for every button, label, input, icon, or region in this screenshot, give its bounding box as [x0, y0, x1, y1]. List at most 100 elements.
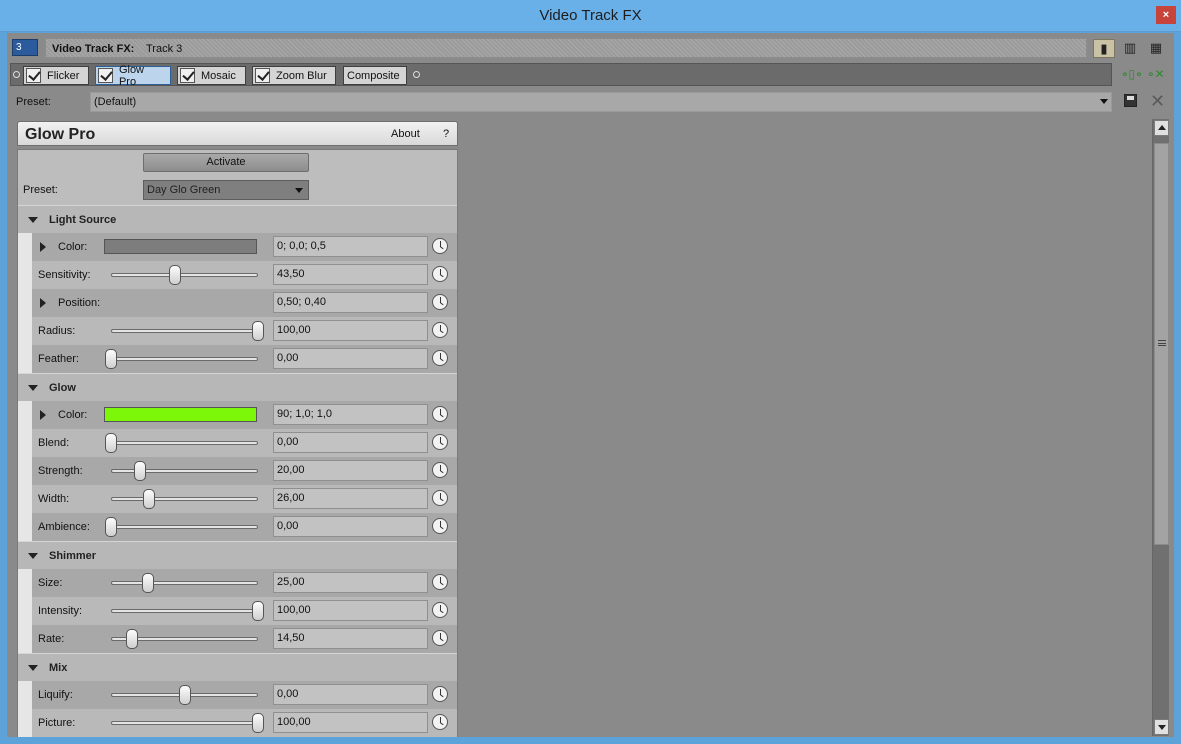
color-swatch[interactable] [104, 407, 257, 422]
scrollbar-thumb[interactable] [1154, 143, 1169, 545]
animate-keyframe-icon[interactable] [432, 462, 448, 478]
param-value-field[interactable]: 0,00 [273, 348, 428, 369]
effect-tab-flicker[interactable]: Flicker [23, 66, 89, 85]
param-value-field[interactable]: 26,00 [273, 488, 428, 509]
param-value-field[interactable]: 100,00 [273, 320, 428, 341]
enable-checkbox[interactable] [255, 68, 270, 83]
window-close-button[interactable]: × [1156, 6, 1176, 24]
param-value-field[interactable]: 0,00 [273, 684, 428, 705]
param-label: Ambience: [38, 521, 90, 533]
param-value-field[interactable]: 0,00 [273, 516, 428, 537]
slider-track[interactable] [111, 357, 258, 361]
effect-tab-composite[interactable]: Composite [343, 66, 407, 85]
slider-track[interactable] [111, 273, 258, 277]
delete-preset-icon[interactable]: ✕ [1150, 91, 1165, 112]
section-light-source[interactable]: Light Source [18, 205, 457, 233]
two-column-view-icon[interactable]: ▥ [1119, 39, 1141, 58]
expand-arrow-icon[interactable] [40, 298, 46, 308]
animate-keyframe-icon[interactable] [432, 574, 448, 590]
animate-keyframe-icon[interactable] [432, 266, 448, 282]
slider-thumb[interactable] [252, 713, 264, 733]
param-label: Width: [38, 493, 70, 505]
param-value-field[interactable]: 0,00 [273, 432, 428, 453]
plug-in-chain-icon[interactable]: ∘▯∘ [1121, 67, 1143, 83]
collapse-triangle-icon[interactable] [28, 553, 38, 559]
activate-button[interactable]: Activate [143, 153, 309, 172]
animate-keyframe-icon[interactable] [432, 238, 448, 254]
remove-plugin-icon[interactable]: ∘✕ [1147, 67, 1167, 83]
effect-tab-mosaic[interactable]: Mosaic [177, 66, 246, 85]
section-title: Mix [49, 662, 68, 674]
vertical-scrollbar[interactable] [1152, 119, 1169, 736]
animate-keyframe-icon[interactable] [432, 434, 448, 450]
plugin-preset-dropdown[interactable]: Day Glo Green [143, 180, 309, 200]
preset-dropdown-value: (Default) [94, 96, 137, 108]
row-gutter [18, 289, 32, 317]
single-column-view-icon[interactable]: ▮ [1093, 39, 1115, 58]
slider-thumb[interactable] [252, 321, 264, 341]
scroll-down-button[interactable] [1154, 719, 1169, 735]
slider-track[interactable] [111, 497, 258, 501]
slider-track[interactable] [111, 609, 258, 613]
param-value-field[interactable]: 90; 1,0; 1,0 [273, 404, 428, 425]
slider-thumb[interactable] [252, 601, 264, 621]
slider-thumb[interactable] [169, 265, 181, 285]
enable-checkbox[interactable] [98, 68, 113, 83]
section-mix[interactable]: Mix [18, 653, 457, 681]
param-value-field[interactable]: 43,50 [273, 264, 428, 285]
slider-thumb[interactable] [126, 629, 138, 649]
slider-track[interactable] [111, 721, 258, 725]
effect-tab-zoom-blur[interactable]: Zoom Blur [252, 66, 336, 85]
slider-thumb[interactable] [105, 349, 117, 369]
three-column-view-icon[interactable]: ▦ [1145, 39, 1167, 58]
plugin-parameters-panel: Activate Preset: Day Glo Green Light Sou… [17, 149, 458, 737]
scroll-up-button[interactable] [1154, 120, 1169, 136]
enable-checkbox[interactable] [26, 68, 41, 83]
param-value-field[interactable]: 0,50; 0,40 [273, 292, 428, 313]
slider-thumb[interactable] [105, 517, 117, 537]
collapse-triangle-icon[interactable] [28, 665, 38, 671]
slider-track[interactable] [111, 329, 258, 333]
expand-arrow-icon[interactable] [40, 410, 46, 420]
help-button[interactable]: ? [443, 128, 449, 140]
effect-tab-glow-pro[interactable]: Glow Pro [95, 64, 171, 88]
param-value-field[interactable]: 14,50 [273, 628, 428, 649]
animate-keyframe-icon[interactable] [432, 630, 448, 646]
about-button[interactable]: About [391, 128, 420, 140]
param-value-field[interactable]: 100,00 [273, 600, 428, 621]
slider-track[interactable] [111, 581, 258, 585]
enable-checkbox[interactable] [180, 68, 195, 83]
animate-keyframe-icon[interactable] [432, 490, 448, 506]
animate-keyframe-icon[interactable] [432, 350, 448, 366]
animate-keyframe-icon[interactable] [432, 686, 448, 702]
section-glow[interactable]: Glow [18, 373, 457, 401]
slider-track[interactable] [111, 441, 258, 445]
param-value-field[interactable]: 100,00 [273, 712, 428, 733]
slider-thumb[interactable] [105, 433, 117, 453]
slider-thumb[interactable] [143, 489, 155, 509]
save-preset-icon[interactable] [1124, 94, 1137, 107]
animate-keyframe-icon[interactable] [432, 406, 448, 422]
preset-dropdown[interactable]: (Default) [90, 92, 1112, 112]
animate-keyframe-icon[interactable] [432, 602, 448, 618]
color-swatch[interactable] [104, 239, 257, 254]
slider-thumb[interactable] [179, 685, 191, 705]
param-row: Strength: 20,00 [18, 457, 457, 485]
animate-keyframe-icon[interactable] [432, 518, 448, 534]
collapse-triangle-icon[interactable] [28, 217, 38, 223]
collapse-triangle-icon[interactable] [28, 385, 38, 391]
slider-track[interactable] [111, 525, 258, 529]
param-value-field[interactable]: 25,00 [273, 572, 428, 593]
param-value-field[interactable]: 20,00 [273, 460, 428, 481]
expand-arrow-icon[interactable] [40, 242, 46, 252]
animate-keyframe-icon[interactable] [432, 294, 448, 310]
plugin-preset-label: Preset: [23, 184, 58, 196]
param-value-field[interactable]: 0; 0,0; 0,5 [273, 236, 428, 257]
animate-keyframe-icon[interactable] [432, 714, 448, 730]
animate-keyframe-icon[interactable] [432, 322, 448, 338]
slider-thumb[interactable] [134, 461, 146, 481]
fx-window-client: 3 Video Track FX: Track 3 ▮ ▥ ▦ Flicker G… [7, 33, 1174, 737]
section-shimmer[interactable]: Shimmer [18, 541, 457, 569]
slider-thumb[interactable] [142, 573, 154, 593]
window-titlebar: Video Track FX × [0, 0, 1181, 32]
